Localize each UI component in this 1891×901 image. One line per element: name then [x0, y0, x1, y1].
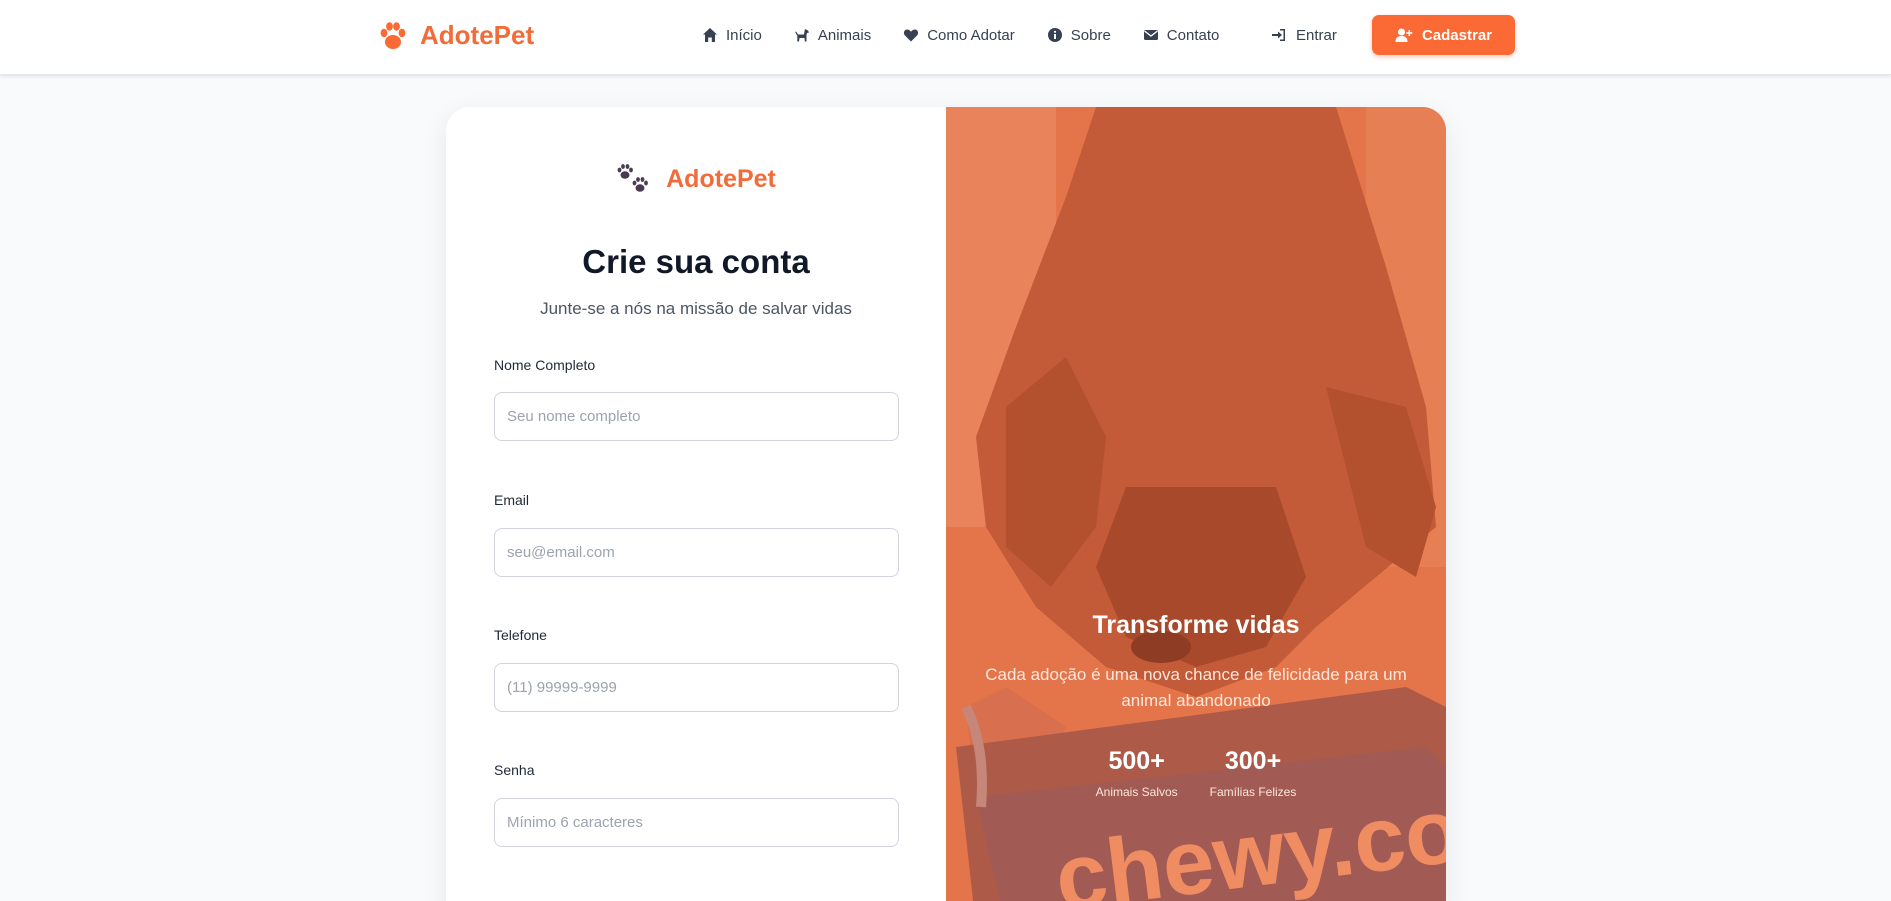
- top-navbar: AdotePet Início Animais Como Adotar Sobr…: [0, 0, 1891, 75]
- signup-form: AdotePet Crie sua conta Junte-se a nós n…: [446, 107, 946, 901]
- form-subtitle: Junte-se a nós na missão de salvar vidas: [540, 299, 852, 318]
- nav-label: Contato: [1166, 26, 1220, 44]
- password-input[interactable]: [494, 798, 899, 847]
- paws-icon: [617, 164, 649, 192]
- nav-label: Início: [726, 26, 762, 44]
- promo-title: Transforme vidas: [1092, 611, 1300, 639]
- nav-item-inicio[interactable]: Início: [702, 27, 762, 44]
- full-name-input[interactable]: [494, 392, 899, 441]
- stat-label: Famílias Felizes: [1209, 785, 1297, 799]
- promo-text: Cada adoção é uma nova chance de felicid…: [985, 665, 1407, 710]
- phone-label: Telefone: [494, 627, 547, 643]
- signup-label: Cadastrar: [1421, 26, 1493, 44]
- home-icon: [703, 28, 717, 42]
- login-link[interactable]: Entrar: [1271, 22, 1337, 48]
- info-icon: [1047, 28, 1062, 42]
- phone-input[interactable]: [494, 663, 899, 712]
- heart-icon: [904, 29, 919, 42]
- nav-item-contato[interactable]: Contato: [1143, 26, 1220, 44]
- full-name-label: Nome Completo: [494, 357, 596, 373]
- stat-animals-saved: 500+ Animais Salvos: [1096, 747, 1178, 799]
- envelope-icon: [1143, 30, 1158, 40]
- email-input[interactable]: [494, 528, 899, 577]
- stat-value: 300+: [1224, 747, 1282, 775]
- stat-value: 500+: [1108, 747, 1165, 775]
- password-label: Senha: [494, 762, 535, 778]
- form-title: Crie sua conta: [582, 243, 810, 280]
- nav-item-animais[interactable]: Animais: [794, 27, 871, 44]
- promo-panel: chewy.com Transforme vidas Cada adoção é…: [946, 107, 1446, 901]
- stat-happy-families: 300+ Famílias Felizes: [1210, 747, 1297, 799]
- nav-label: Sobre: [1070, 26, 1111, 44]
- promo-stats: 500+ Animais Salvos 300+ Famílias Felize…: [946, 747, 1446, 799]
- stat-label: Animais Salvos: [1095, 785, 1178, 799]
- dog-icon: [794, 29, 809, 42]
- sign-in-icon: [1272, 29, 1285, 41]
- user-plus-icon: [1395, 28, 1413, 42]
- brand-name: AdotePet: [420, 19, 535, 50]
- signup-button[interactable]: Cadastrar: [1372, 15, 1515, 55]
- login-label: Entrar: [1296, 26, 1337, 44]
- paw-icon: [380, 22, 406, 49]
- email-label: Email: [494, 492, 530, 508]
- brand-logo[interactable]: AdotePet: [376, 16, 534, 54]
- nav-item-como-adotar[interactable]: Como Adotar: [903, 27, 1015, 44]
- nav-label: Animais: [817, 26, 872, 44]
- nav-item-sobre[interactable]: Sobre: [1047, 27, 1111, 44]
- main-nav: Início Animais Como Adotar Sobre Contato: [702, 22, 1251, 48]
- form-brand-name: AdotePet: [666, 164, 776, 193]
- nav-label: Como Adotar: [927, 26, 1015, 44]
- form-brand: AdotePet: [446, 161, 946, 197]
- signup-card: AdotePet Crie sua conta Junte-se a nós n…: [446, 107, 1446, 901]
